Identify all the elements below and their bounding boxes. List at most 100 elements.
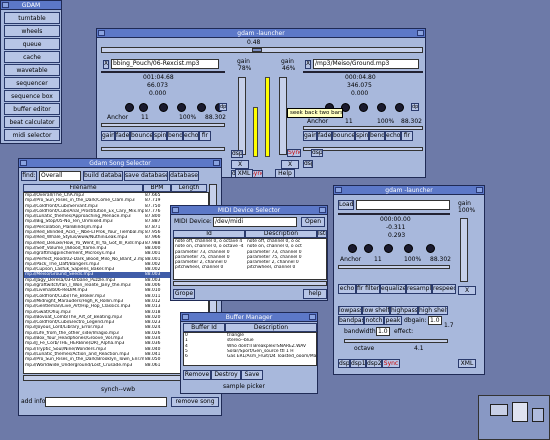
close-icon[interactable] — [20, 160, 27, 166]
gain-right-slider[interactable] — [279, 77, 287, 155]
build-database-button[interactable]: build database — [83, 171, 123, 181]
filter-bandpass[interactable]: bandpass — [338, 316, 364, 325]
right-forward-icon[interactable] — [395, 103, 404, 112]
midi-list[interactable]: note off, channel 0, o octave 4 note off,… — [173, 238, 327, 280]
right-anchor-toggle[interactable]: Anchor — [307, 119, 328, 125]
column-header-filename[interactable]: Filename — [23, 184, 143, 192]
filter-high-shelf[interactable]: high shelf — [418, 306, 448, 315]
midi-device-field[interactable]: /dev/midi — [213, 217, 297, 227]
left-dp-button[interactable]: dp — [219, 103, 227, 111]
anchor-toggle[interactable]: Anchor — [340, 257, 361, 263]
stop-icon[interactable] — [404, 244, 413, 253]
right-effect-echo[interactable]: echo — [385, 131, 401, 141]
menu-wavetable-button[interactable]: wavetable — [4, 64, 60, 76]
table-row[interactable]: 6 Gas ERL/Asm_Fruit/D4 Toasted_ooom/Mach_… — [184, 354, 316, 359]
remove-button[interactable]: Remove — [183, 370, 211, 380]
sync-button[interactable]: Sync — [382, 359, 400, 368]
dsp-button[interactable]: dsp — [303, 160, 313, 168]
column-header-description[interactable]: Description — [225, 323, 317, 332]
maximize-icon[interactable] — [213, 160, 220, 166]
left-effect-fade[interactable]: fade — [115, 131, 130, 141]
right-file-field[interactable]: /mp3/Meiso/Ground.mp3 — [313, 59, 419, 69]
mixer-x-left[interactable]: X — [231, 160, 249, 169]
close-icon[interactable] — [182, 314, 189, 320]
load-field[interactable] — [356, 200, 450, 210]
menu-beat-calculator-button[interactable]: beat calculator — [4, 116, 60, 128]
right-effect-gain[interactable]: gain — [303, 131, 317, 141]
pitch-slider[interactable] — [338, 265, 450, 269]
play-icon[interactable] — [364, 244, 373, 253]
left-forward-icon[interactable] — [197, 103, 206, 112]
right-stop-icon[interactable] — [377, 103, 386, 112]
pause-icon[interactable] — [384, 244, 393, 253]
right-pitch-slider[interactable] — [303, 126, 423, 130]
tab-fir-filter[interactable]: fir filter — [356, 284, 380, 294]
column-header-description[interactable]: Description — [245, 230, 317, 238]
column-header-buffer-id[interactable]: Buffer Id — [183, 323, 225, 332]
effect-slider[interactable] — [344, 339, 448, 343]
left-effect-spin[interactable]: spin — [153, 131, 167, 141]
open-button[interactable]: Open — [301, 217, 325, 227]
left-effect-fir[interactable]: fir — [199, 131, 211, 141]
right-effect-fade[interactable]: fade — [317, 131, 332, 141]
left-anchor-toggle[interactable]: Anchor — [107, 115, 128, 121]
left-effect-echo[interactable]: echo — [183, 131, 199, 141]
database-button[interactable]: database — [169, 171, 199, 181]
menu-buffer-editor-button[interactable]: buffer editor — [4, 103, 60, 115]
left-effect-bounce[interactable]: bounce — [130, 131, 153, 141]
maximize-icon[interactable] — [476, 187, 483, 193]
table-row[interactable]: pitchwheel, channel 0 pitchwheel, channel… — [174, 265, 326, 270]
left-stop-icon[interactable] — [177, 103, 186, 112]
right-effect-bounce[interactable]: bounce — [332, 131, 355, 141]
right-eject-button[interactable]: X — [305, 60, 311, 69]
forward-icon[interactable] — [426, 244, 435, 253]
dbgain-field[interactable]: 1.0 — [428, 316, 442, 325]
xml-button[interactable]: XML — [458, 359, 476, 368]
left-pitch-slider[interactable] — [101, 123, 225, 127]
left-effect-bend[interactable]: bend — [167, 131, 183, 141]
find-mode-select[interactable]: Overall — [39, 171, 81, 181]
load-button[interactable]: Load — [338, 200, 354, 210]
column-header-istr[interactable]: Istr — [317, 230, 327, 238]
tab-equalize[interactable]: equalize — [380, 284, 406, 294]
left-eject-button[interactable]: X — [103, 60, 109, 69]
dsp2-button[interactable]: dsp2 — [366, 359, 382, 368]
destroy-button[interactable]: Destroy — [211, 370, 241, 380]
filter-peak[interactable]: peak — [384, 316, 402, 325]
mixer-dsp-button[interactable]: dsp — [231, 150, 243, 158]
close-icon[interactable] — [2, 2, 9, 8]
close-icon[interactable] — [172, 207, 179, 213]
add-info-field[interactable] — [45, 397, 167, 407]
grope-button[interactable]: Grope — [173, 289, 195, 299]
buffer-list[interactable]: 0 triangle 1 stereo--blue 4 Who dont'll Break… — [183, 332, 317, 366]
right-effect-spin[interactable]: spin — [355, 131, 369, 141]
left-pause-icon[interactable] — [159, 103, 168, 112]
midi-scrollbar[interactable] — [173, 281, 327, 286]
x-button[interactable]: X — [458, 286, 476, 295]
menu-midi-selector-button[interactable]: midi selector — [4, 129, 60, 141]
menu-cache-button[interactable]: cache — [4, 51, 60, 63]
slider-thumb[interactable] — [252, 48, 262, 52]
gain-slider[interactable] — [460, 218, 468, 282]
find-button[interactable]: find: — [21, 171, 37, 181]
left-rewind-icon[interactable] — [125, 103, 134, 112]
filter-highpass[interactable]: highpass — [390, 306, 418, 315]
tab-echo[interactable]: echo — [338, 284, 356, 294]
right-dp-button[interactable]: dp — [411, 103, 419, 111]
menu-turntable-button[interactable]: turntable — [4, 12, 60, 24]
remove-song-button[interactable]: remove song — [171, 397, 219, 407]
menu-wheels-button[interactable]: wheels — [4, 25, 60, 37]
save-button[interactable]: Save — [241, 370, 263, 380]
gain-left-slider[interactable] — [238, 77, 246, 155]
crossfade-slider[interactable] — [101, 47, 423, 53]
xml-button[interactable]: XML — [235, 169, 253, 177]
left-effect-gain[interactable]: gain — [101, 131, 115, 141]
save-database-button[interactable]: save database — [124, 171, 168, 181]
dsp1-button[interactable]: dsp1 — [350, 359, 366, 368]
right-pause-icon[interactable] — [359, 103, 368, 112]
filter-lowpass[interactable]: lowpass — [338, 306, 362, 315]
filter-notch[interactable]: notch — [364, 316, 384, 325]
mixer-x-right[interactable]: X — [281, 160, 299, 169]
tab-respeed[interactable]: respeed — [432, 284, 456, 294]
tab-resample[interactable]: resample — [406, 284, 432, 294]
